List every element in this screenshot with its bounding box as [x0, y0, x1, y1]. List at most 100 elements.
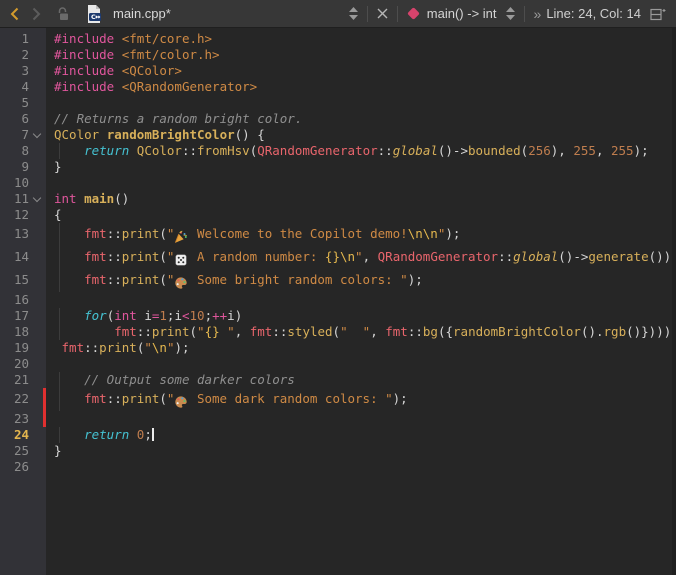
- code-line[interactable]: 21 // Output some darker colors: [0, 372, 676, 388]
- close-document-button[interactable]: [377, 2, 388, 26]
- code-line[interactable]: 13 fmt::print(" Welcome to the Copilot d…: [0, 223, 676, 246]
- line-number[interactable]: 25: [0, 443, 32, 459]
- line-number[interactable]: 3: [0, 63, 32, 79]
- code-line[interactable]: 2 #include <fmt/color.h>: [0, 47, 676, 63]
- document-stepper[interactable]: [349, 2, 358, 26]
- token-pl: () {: [235, 127, 265, 142]
- code-editor[interactable]: 1#include <fmt/core.h>2 #include <fmt/col…: [0, 28, 676, 575]
- line-gutter[interactable]: 10: [0, 175, 46, 191]
- code-line[interactable]: 5: [0, 95, 676, 111]
- code-line-text: #include <fmt/color.h>: [46, 47, 676, 63]
- code-line[interactable]: 16: [0, 292, 676, 308]
- current-line-number[interactable]: 24: [0, 427, 32, 443]
- overflow-chevrons[interactable]: »: [534, 6, 542, 22]
- symbol-stepper[interactable]: [506, 2, 515, 26]
- code-line[interactable]: 18 fmt::print("{} ", fmt::styled(" ", fm…: [0, 324, 676, 340]
- code-line[interactable]: 10: [0, 175, 676, 191]
- line-number[interactable]: 15: [0, 269, 32, 292]
- split-editor-button[interactable]: [650, 2, 666, 26]
- token-pl: i): [227, 308, 242, 323]
- code-line[interactable]: 26: [0, 459, 676, 475]
- line-number[interactable]: 23: [0, 411, 32, 427]
- line-number[interactable]: 8: [0, 143, 32, 159]
- code-line[interactable]: 7QColor randomBrightColor() {: [0, 127, 676, 143]
- line-number[interactable]: 16: [0, 292, 32, 308]
- code-line[interactable]: 25}: [0, 443, 676, 459]
- line-number[interactable]: 2: [0, 47, 32, 63]
- line-number[interactable]: 26: [0, 459, 32, 475]
- code-line[interactable]: 19 fmt::print("\n");: [0, 340, 676, 356]
- code-line[interactable]: 12{: [0, 207, 676, 223]
- code-line[interactable]: 9}: [0, 159, 676, 175]
- line-gutter[interactable]: 5: [0, 95, 46, 111]
- fold-chevron-icon[interactable]: [32, 191, 46, 207]
- code-line[interactable]: 15 fmt::print(" Some bright random color…: [0, 269, 676, 292]
- back-button[interactable]: [10, 2, 19, 26]
- line-number[interactable]: 1: [0, 31, 32, 47]
- line-gutter[interactable]: 19: [0, 340, 46, 356]
- lock-button[interactable]: [56, 2, 72, 26]
- code-line[interactable]: 17 for(int i=1;i<10;++i): [0, 308, 676, 324]
- line-gutter[interactable]: 25: [0, 443, 46, 459]
- code-line[interactable]: 8 return QColor::fromHsv(QRandomGenerato…: [0, 143, 676, 159]
- line-gutter[interactable]: 16: [0, 292, 46, 308]
- line-gutter[interactable]: 1: [0, 31, 46, 47]
- line-number[interactable]: 22: [0, 388, 32, 411]
- line-number[interactable]: 7: [0, 127, 32, 143]
- line-gutter[interactable]: 3: [0, 63, 46, 79]
- file-type-button[interactable]: C: [85, 2, 103, 26]
- line-gutter[interactable]: 23: [0, 411, 46, 427]
- line-number[interactable]: 13: [0, 223, 32, 246]
- forward-button[interactable]: [32, 2, 41, 26]
- code-line[interactable]: 23: [0, 411, 676, 427]
- code-line[interactable]: 6// Returns a random bright color.: [0, 111, 676, 127]
- line-gutter[interactable]: 13: [0, 223, 46, 246]
- line-gutter[interactable]: 9: [0, 159, 46, 175]
- document-title[interactable]: main.cpp*: [113, 6, 171, 21]
- line-number[interactable]: 20: [0, 356, 32, 372]
- line-number[interactable]: 10: [0, 175, 32, 191]
- line-number[interactable]: 21: [0, 372, 32, 388]
- code-line[interactable]: 3#include <QColor>: [0, 63, 676, 79]
- code-line[interactable]: 14 fmt::print(" A random number: {}\n", …: [0, 246, 676, 269]
- line-gutter[interactable]: 6: [0, 111, 46, 127]
- line-number[interactable]: 14: [0, 246, 32, 269]
- line-gutter[interactable]: 8: [0, 143, 46, 159]
- line-number[interactable]: 17: [0, 308, 32, 324]
- line-gutter[interactable]: 26: [0, 459, 46, 475]
- symbol-selector[interactable]: main() -> int: [407, 6, 497, 21]
- line-number[interactable]: 18: [0, 324, 32, 340]
- code-line[interactable]: 22 fmt::print(" Some dark random colors:…: [0, 388, 676, 411]
- line-gutter[interactable]: 7: [0, 127, 46, 143]
- line-gutter[interactable]: 17: [0, 308, 46, 324]
- line-number[interactable]: 4: [0, 79, 32, 95]
- line-gutter[interactable]: 21: [0, 372, 46, 388]
- code-line[interactable]: 4#include <QRandomGenerator>: [0, 79, 676, 95]
- line-gutter[interactable]: 20: [0, 356, 46, 372]
- line-number[interactable]: 12: [0, 207, 32, 223]
- code-line[interactable]: 11int main(): [0, 191, 676, 207]
- line-number[interactable]: 9: [0, 159, 32, 175]
- vertical-scrollbar[interactable]: [672, 28, 676, 575]
- token-pp: #include: [54, 47, 114, 62]
- line-number[interactable]: 5: [0, 95, 32, 111]
- line-number[interactable]: 11: [0, 191, 32, 207]
- line-gutter[interactable]: 11: [0, 191, 46, 207]
- token-pl: (: [159, 226, 167, 241]
- toolbar-separator: [367, 6, 368, 22]
- line-gutter[interactable]: 15: [0, 269, 46, 292]
- line-gutter[interactable]: 18: [0, 324, 46, 340]
- line-gutter[interactable]: 24: [0, 427, 46, 443]
- line-gutter[interactable]: 22: [0, 388, 46, 411]
- indent-guide: [59, 308, 60, 324]
- code-line[interactable]: 1#include <fmt/core.h>: [0, 31, 676, 47]
- line-gutter[interactable]: 4: [0, 79, 46, 95]
- fold-chevron-icon[interactable]: [32, 127, 46, 143]
- line-gutter[interactable]: 14: [0, 246, 46, 269]
- code-line[interactable]: 24 return 0;: [0, 427, 676, 443]
- line-gutter[interactable]: 2: [0, 47, 46, 63]
- line-number[interactable]: 19: [0, 340, 32, 356]
- line-number[interactable]: 6: [0, 111, 32, 127]
- line-gutter[interactable]: 12: [0, 207, 46, 223]
- code-line[interactable]: 20: [0, 356, 676, 372]
